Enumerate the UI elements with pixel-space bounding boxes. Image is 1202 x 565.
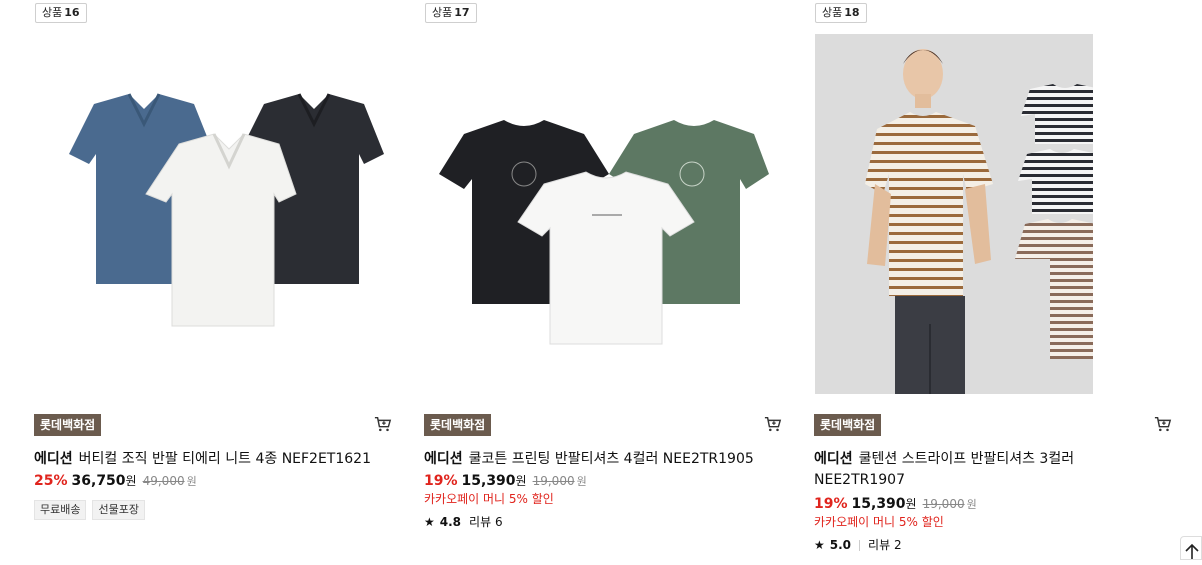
review-count: 6: [494, 515, 503, 529]
sale-price: 36,750: [71, 473, 126, 489]
product-image[interactable]: [815, 34, 1093, 394]
original-price: 19,000: [922, 497, 965, 511]
original-price: 19,000: [532, 474, 575, 488]
product-name: 쿨코튼 프린팅 반팔티셔츠 4컬러 NEE2TR1905: [468, 451, 754, 467]
tag-free-shipping: 무료배송: [34, 500, 87, 520]
star-icon: ★: [814, 538, 825, 552]
product-name: 버티컬 조직 반팔 티에리 니트 4종 NEF2ET1621: [78, 451, 371, 467]
review-label: 리뷰: [868, 538, 891, 552]
original-price: 49,000: [142, 474, 185, 488]
kakaopay-promo: 카카오페이 머니 5% 할인: [814, 515, 944, 529]
discount-rate: 25%: [34, 473, 68, 489]
store-badge: 롯데백화점: [814, 414, 882, 436]
store-badge: 롯데백화점: [34, 414, 102, 436]
product-number-badge: 상품 16: [35, 3, 87, 23]
price-row: 19% 15,390원 19,000 원: [424, 473, 587, 489]
sale-price: 15,390: [851, 496, 906, 512]
rating-row: ★ 5.0 리뷰 2: [814, 537, 902, 553]
review-label: 리뷰: [469, 515, 492, 529]
price-row: 25% 36,750원 49,000 원: [34, 473, 197, 489]
star-icon: ★: [424, 515, 435, 529]
sale-price: 15,390: [461, 473, 516, 489]
product-title[interactable]: 에디션 버티컬 조직 반팔 티에리 니트 4종 NEF2ET1621: [34, 449, 406, 470]
rating-score: 4.8: [439, 515, 462, 529]
arrow-up-icon: [1185, 543, 1199, 559]
review-count: 2: [893, 538, 902, 552]
tag-gift-wrap: 선물포장: [92, 500, 145, 520]
rating-score: 5.0: [829, 538, 852, 552]
product-number-badge: 상품 18: [815, 3, 867, 23]
price-row: 19% 15,390원 19,000 원: [814, 496, 977, 512]
product-image[interactable]: [424, 34, 784, 394]
kakaopay-promo: 카카오페이 머니 5% 할인: [424, 492, 554, 506]
product-number-badge: 상품 17: [425, 3, 477, 23]
brand-name: 에디션: [814, 451, 853, 467]
scroll-top-button[interactable]: [1180, 536, 1202, 560]
cart-icon[interactable]: [764, 415, 782, 433]
product-title[interactable]: 에디션 쿨텐션 스트라이프 반팔티셔츠 3컬러 NEE2TR1907: [814, 449, 1114, 491]
brand-name: 에디션: [34, 451, 73, 467]
discount-rate: 19%: [814, 496, 848, 512]
discount-rate: 19%: [424, 473, 458, 489]
rating-row: ★ 4.8 리뷰 6: [424, 514, 503, 530]
brand-name: 에디션: [424, 451, 463, 467]
product-image[interactable]: [34, 34, 394, 394]
product-title[interactable]: 에디션 쿨코튼 프린팅 반팔티셔츠 4컬러 NEE2TR1905: [424, 449, 796, 470]
cart-icon[interactable]: [1154, 415, 1172, 433]
tag-list: 무료배송 선물포장: [34, 500, 145, 520]
cart-icon[interactable]: [374, 415, 392, 433]
store-badge: 롯데백화점: [424, 414, 492, 436]
divider: [859, 539, 861, 551]
product-name: 쿨텐션 스트라이프 반팔티셔츠 3컬러 NEE2TR1907: [814, 451, 1075, 488]
